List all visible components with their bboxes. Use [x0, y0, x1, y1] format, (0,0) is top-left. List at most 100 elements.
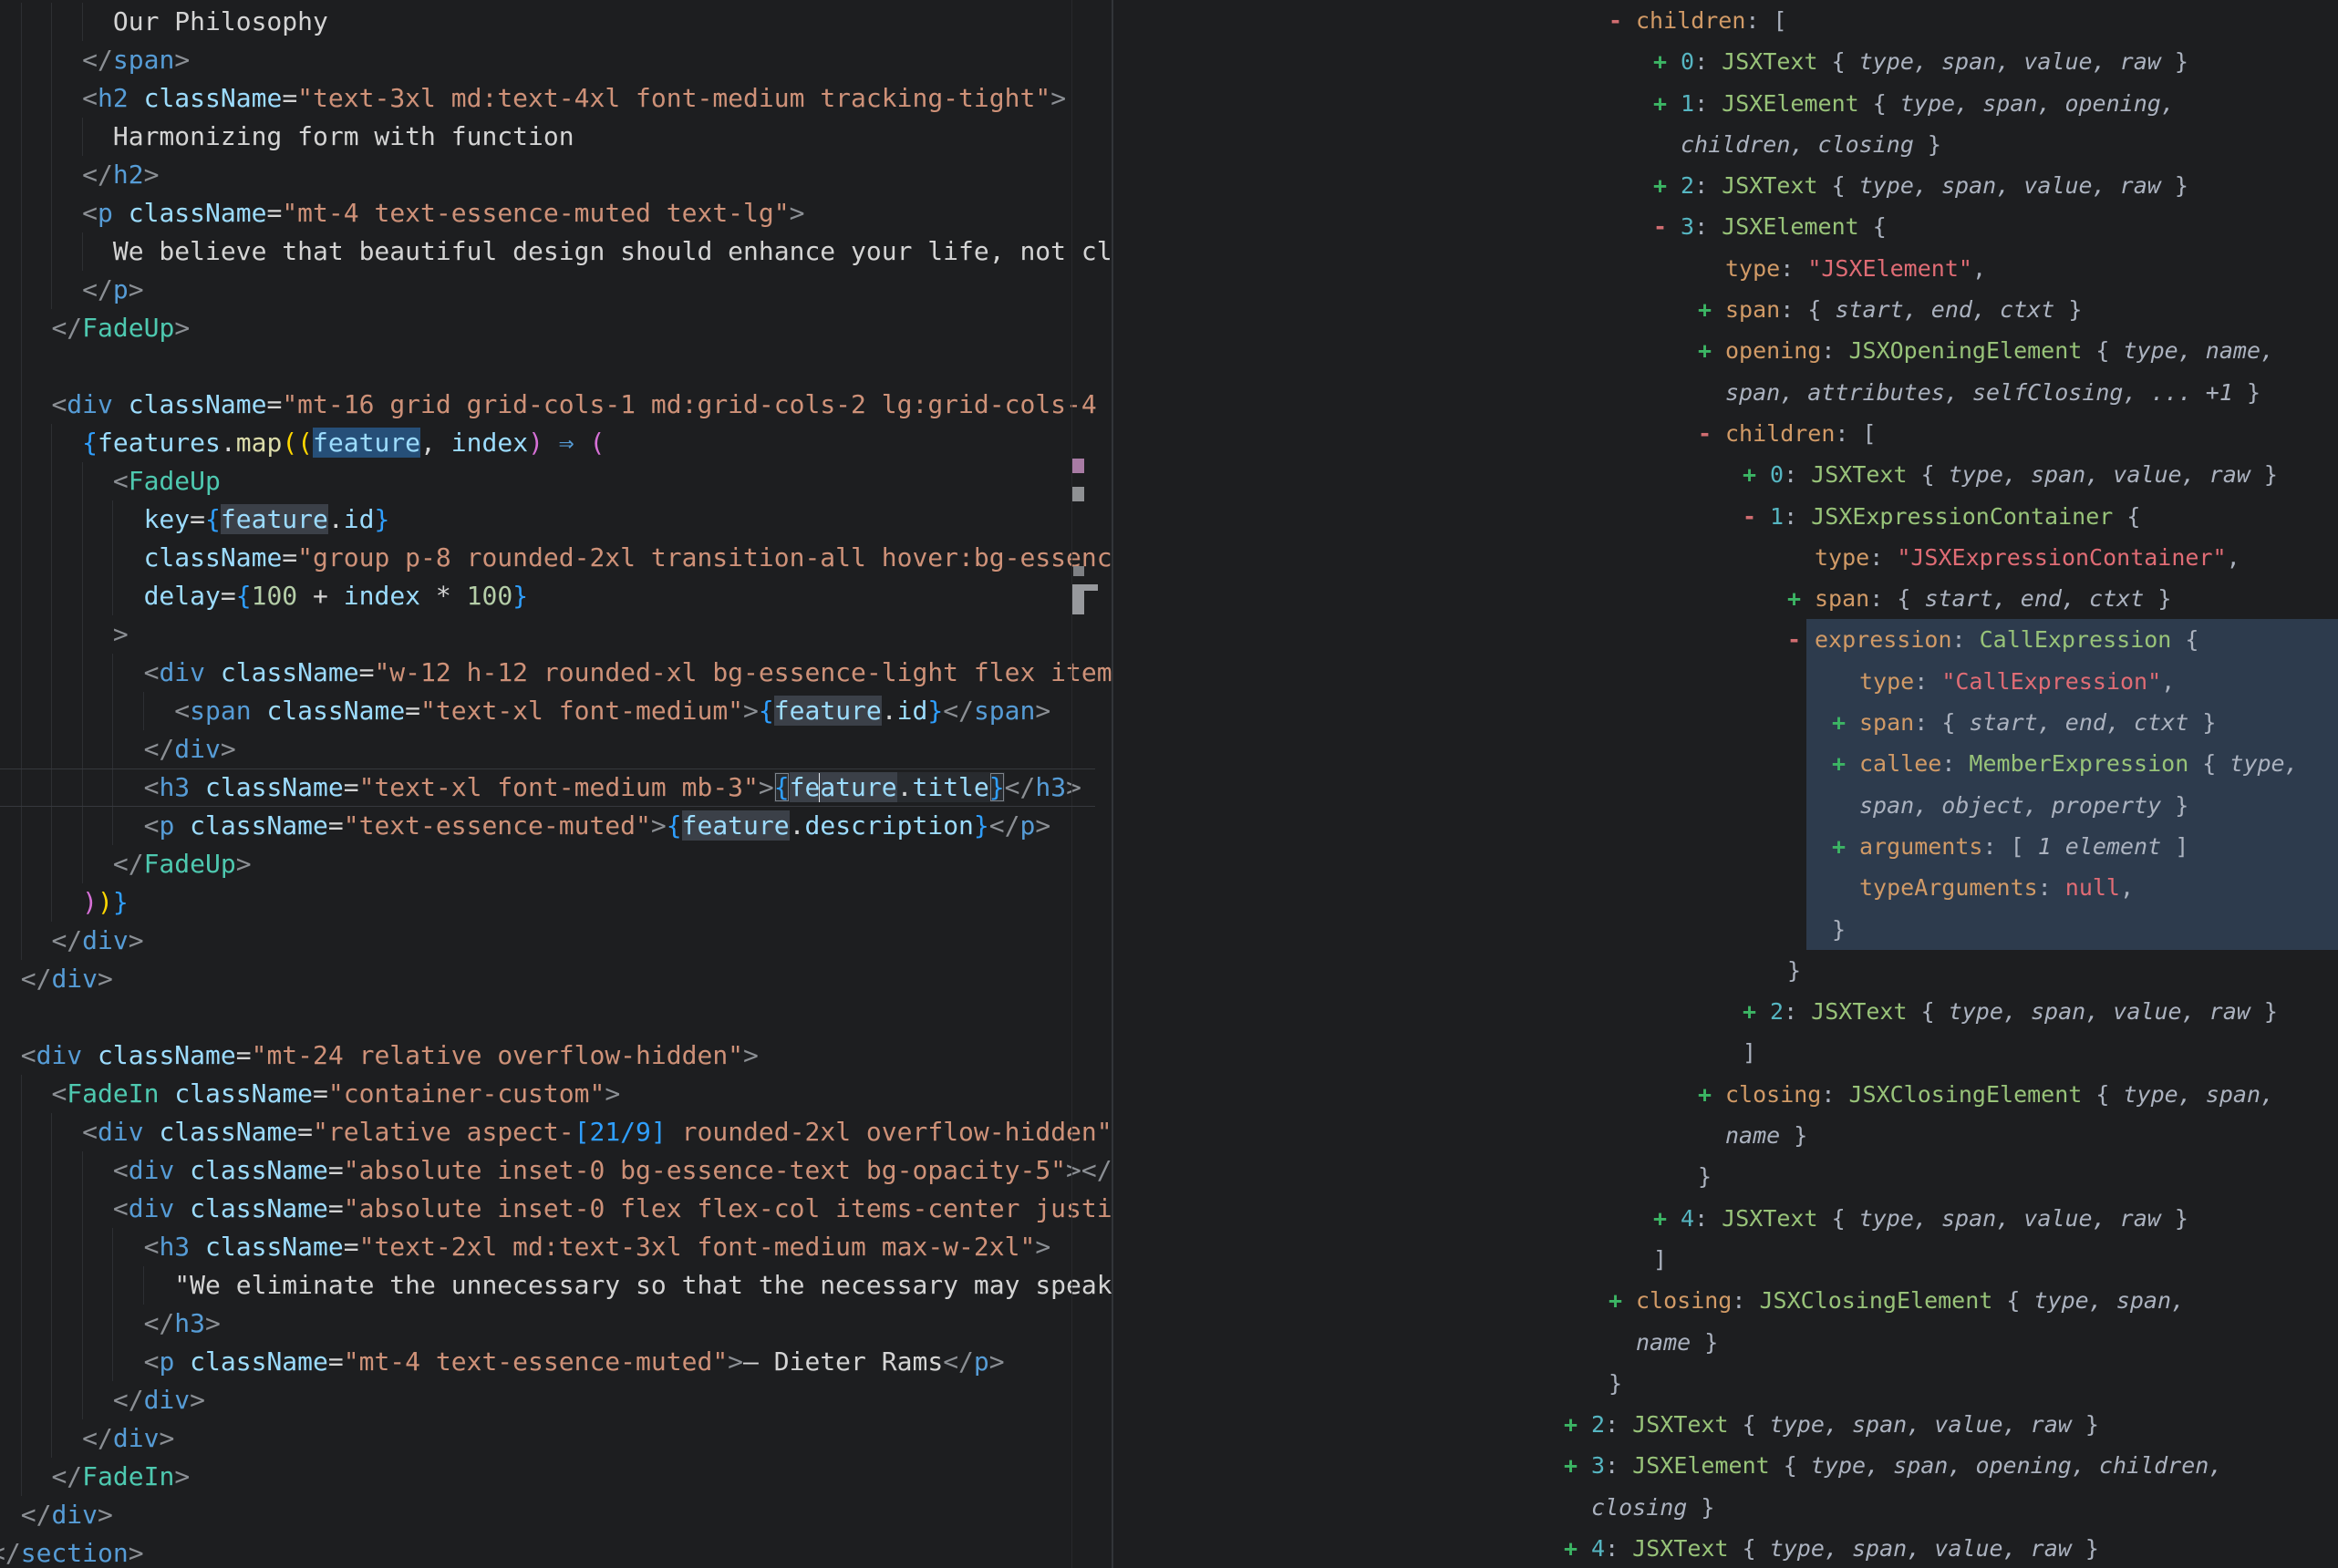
- expand-toggle-icon[interactable]: +: [1653, 83, 1681, 124]
- code-line[interactable]: We believe that beautiful design should …: [0, 232, 1112, 271]
- ast-node-row[interactable]: -children: [: [1113, 0, 2338, 41]
- expand-toggle-icon[interactable]: +: [1832, 743, 1859, 784]
- ast-node-row[interactable]: +opening: JSXOpeningElement { type, name…: [1113, 330, 2338, 371]
- code-line[interactable]: </div>: [0, 1496, 1112, 1534]
- expand-toggle-icon[interactable]: +: [1698, 330, 1725, 371]
- ast-node-row[interactable]: typeArguments: null,: [1113, 867, 2338, 908]
- code-line[interactable]: <div className="relative aspect-[21/9] r…: [0, 1113, 1112, 1151]
- code-line[interactable]: </div>: [0, 1419, 1112, 1458]
- ast-node-row[interactable]: type: "JSXElement",: [1113, 248, 2338, 289]
- code-line[interactable]: </p>: [0, 271, 1112, 309]
- ast-node-row[interactable]: ]: [1113, 1239, 2338, 1280]
- code-line[interactable]: </div>: [0, 960, 1112, 998]
- ast-node-row[interactable]: -1: JSXExpressionContainer {: [1113, 496, 2338, 537]
- ast-node-row[interactable]: }: [1113, 950, 2338, 991]
- expand-toggle-icon[interactable]: +: [1743, 454, 1770, 495]
- code-line[interactable]: <FadeIn className="container-custom">: [0, 1075, 1112, 1113]
- ast-node-row[interactable]: name }: [1113, 1322, 2338, 1363]
- collapse-toggle-icon[interactable]: -: [1787, 619, 1815, 660]
- ast-node-row[interactable]: }: [1113, 1156, 2338, 1197]
- code-line[interactable]: <p className="text-essence-muted">{featu…: [0, 807, 1112, 845]
- code-line[interactable]: ))}: [0, 883, 1112, 922]
- expand-toggle-icon[interactable]: +: [1698, 1074, 1725, 1115]
- code-line[interactable]: delay={100 + index * 100}: [0, 577, 1112, 615]
- ast-node-row[interactable]: span, object, property }: [1113, 785, 2338, 826]
- expand-toggle-icon[interactable]: +: [1832, 702, 1859, 743]
- ast-node-row[interactable]: }: [1113, 1363, 2338, 1404]
- collapse-toggle-icon[interactable]: -: [1653, 206, 1681, 247]
- code-editor-panel[interactable]: Our Philosophy </span> <h2 className="te…: [0, 0, 1112, 1568]
- code-line[interactable]: Our Philosophy: [0, 3, 1112, 41]
- code-line[interactable]: </span>: [0, 41, 1112, 79]
- ast-node-row[interactable]: +2: JSXText { type, span, value, raw }: [1113, 165, 2338, 206]
- expand-toggle-icon[interactable]: +: [1832, 826, 1859, 867]
- code-line[interactable]: <p className="mt-4 text-essence-muted">—…: [0, 1343, 1112, 1381]
- code-line[interactable]: </h2>: [0, 156, 1112, 194]
- ast-node-row[interactable]: type: "CallExpression",: [1113, 661, 2338, 702]
- code-line[interactable]: </div>: [0, 922, 1112, 960]
- expand-toggle-icon[interactable]: +: [1787, 578, 1815, 619]
- ast-node-row[interactable]: +0: JSXText { type, span, value, raw }: [1113, 41, 2338, 82]
- code-line[interactable]: <div className="mt-16 grid grid-cols-1 m…: [0, 386, 1112, 424]
- code-line[interactable]: <h2 className="text-3xl md:text-4xl font…: [0, 79, 1112, 118]
- code-line[interactable]: </FadeUp>: [0, 845, 1112, 883]
- expand-toggle-icon[interactable]: +: [1743, 991, 1770, 1032]
- code-line[interactable]: [0, 347, 1112, 386]
- ast-node-row[interactable]: +span: { start, end, ctxt }: [1113, 702, 2338, 743]
- expand-toggle-icon[interactable]: +: [1609, 1280, 1636, 1321]
- expand-toggle-icon[interactable]: +: [1653, 165, 1681, 206]
- code-line[interactable]: </section>: [0, 1534, 1112, 1568]
- code-line[interactable]: key={feature.id}: [0, 500, 1112, 539]
- ast-node-row[interactable]: +2: JSXText { type, span, value, raw }: [1113, 991, 2338, 1032]
- ast-node-row[interactable]: +2: JSXText { type, span, value, raw }: [1113, 1404, 2338, 1445]
- ast-node-row[interactable]: }: [1113, 909, 2338, 950]
- expand-toggle-icon[interactable]: +: [1653, 41, 1681, 82]
- ast-node-row[interactable]: type: "JSXExpressionContainer",: [1113, 537, 2338, 578]
- expand-toggle-icon[interactable]: +: [1653, 1198, 1681, 1239]
- code-line[interactable]: [0, 998, 1112, 1037]
- ast-node-row[interactable]: +4: JSXText { type, span, value, raw }: [1113, 1528, 2338, 1568]
- code-line[interactable]: <div className="absolute inset-0 flex fl…: [0, 1190, 1112, 1228]
- code-line[interactable]: </h3>: [0, 1305, 1112, 1343]
- code-line[interactable]: <FadeUp: [0, 462, 1112, 500]
- code-line[interactable]: {features.map((feature, index) ⇒ (: [0, 424, 1112, 462]
- ast-node-row[interactable]: +closing: JSXClosingElement { type, span…: [1113, 1074, 2338, 1115]
- expand-toggle-icon[interactable]: +: [1564, 1528, 1591, 1568]
- code-line[interactable]: "We eliminate the unnecessary so that th…: [0, 1266, 1112, 1305]
- ast-node-row[interactable]: children, closing }: [1113, 124, 2338, 165]
- ast-node-row[interactable]: -expression: CallExpression {: [1113, 619, 2338, 660]
- ast-node-row[interactable]: +span: { start, end, ctxt }: [1113, 289, 2338, 330]
- collapse-toggle-icon[interactable]: -: [1698, 413, 1725, 454]
- code-line[interactable]: <div className="w-12 h-12 rounded-xl bg-…: [0, 654, 1112, 692]
- code-line[interactable]: <div className="mt-24 relative overflow-…: [0, 1037, 1112, 1075]
- code-line-current[interactable]: <h3 className="text-xl font-medium mb-3"…: [0, 769, 1112, 807]
- code-line[interactable]: Harmonizing form with function: [0, 118, 1112, 156]
- ast-node-row[interactable]: closing }: [1113, 1487, 2338, 1528]
- collapse-toggle-icon[interactable]: -: [1743, 496, 1770, 537]
- ast-node-row[interactable]: +1: JSXElement { type, span, opening,: [1113, 83, 2338, 124]
- ast-node-row[interactable]: +3: JSXElement { type, span, opening, ch…: [1113, 1445, 2338, 1486]
- expand-toggle-icon[interactable]: +: [1564, 1445, 1591, 1486]
- code-line[interactable]: <div className="absolute inset-0 bg-esse…: [0, 1151, 1112, 1190]
- code-line[interactable]: <span className="text-xl font-medium">{f…: [0, 692, 1112, 730]
- code-line[interactable]: <h3 className="text-2xl md:text-3xl font…: [0, 1228, 1112, 1266]
- ast-node-row[interactable]: name }: [1113, 1115, 2338, 1156]
- ast-tree-panel[interactable]: -children: [+0: JSXText { type, span, va…: [1113, 0, 2338, 1568]
- collapse-toggle-icon[interactable]: -: [1609, 0, 1636, 41]
- code-line[interactable]: </FadeIn>: [0, 1458, 1112, 1496]
- ast-node-row[interactable]: span, attributes, selfClosing, ... +1 }: [1113, 372, 2338, 413]
- code-line[interactable]: </div>: [0, 730, 1112, 769]
- code-line[interactable]: >: [0, 615, 1112, 654]
- code-line[interactable]: </FadeUp>: [0, 309, 1112, 347]
- code-line[interactable]: <p className="mt-4 text-essence-muted te…: [0, 194, 1112, 232]
- ast-node-row[interactable]: +0: JSXText { type, span, value, raw }: [1113, 454, 2338, 495]
- code-line[interactable]: className="group p-8 rounded-2xl transit…: [0, 539, 1112, 577]
- ast-node-row[interactable]: +4: JSXText { type, span, value, raw }: [1113, 1198, 2338, 1239]
- ast-node-row[interactable]: +span: { start, end, ctxt }: [1113, 578, 2338, 619]
- ast-node-row[interactable]: -children: [: [1113, 413, 2338, 454]
- code-line[interactable]: </div>: [0, 1381, 1112, 1419]
- ast-node-row[interactable]: ]: [1113, 1032, 2338, 1073]
- ast-node-row[interactable]: +closing: JSXClosingElement { type, span…: [1113, 1280, 2338, 1321]
- ast-node-row[interactable]: -3: JSXElement {: [1113, 206, 2338, 247]
- expand-toggle-icon[interactable]: +: [1698, 289, 1725, 330]
